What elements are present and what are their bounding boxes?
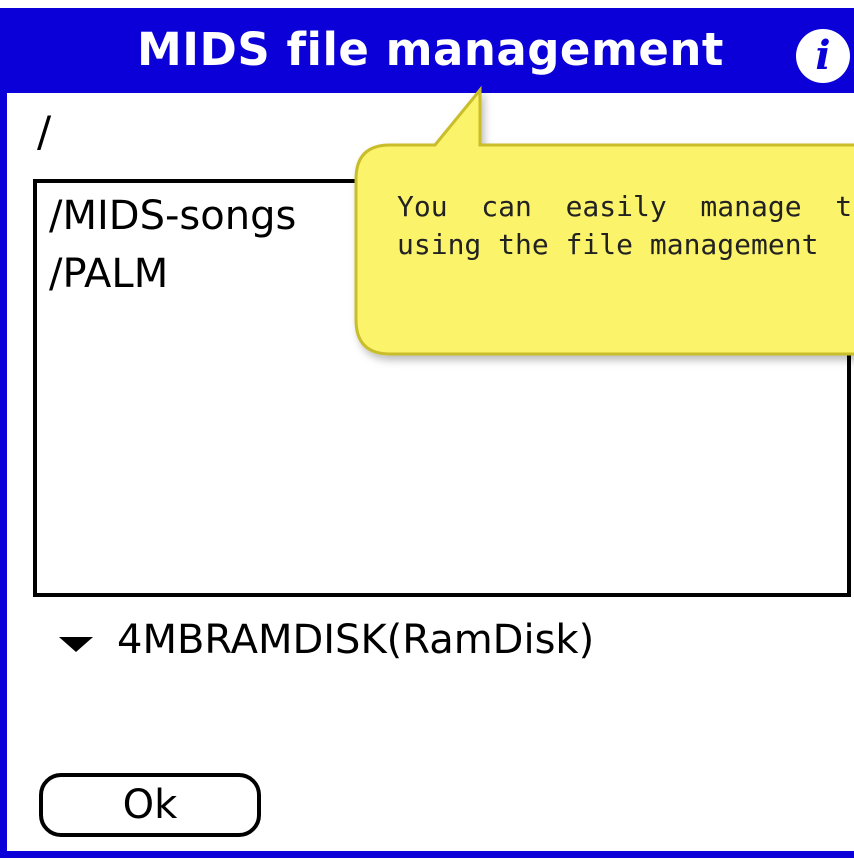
info-icon[interactable]: i	[796, 29, 850, 83]
current-path: /	[37, 107, 52, 156]
help-tooltip: You can easily manage t using the file m…	[350, 78, 854, 363]
triangle-down-icon[interactable]	[59, 637, 93, 652]
tooltip-line-1: You can easily manage t	[397, 190, 853, 223]
tooltip-line-2: using the file management	[397, 228, 819, 261]
tooltip-text: You can easily manage t using the file m…	[397, 188, 854, 264]
ok-button[interactable]: Ok	[39, 773, 261, 837]
file-list-item[interactable]: /PALM	[49, 251, 168, 297]
file-list-item[interactable]: /MIDS-songs	[49, 193, 296, 239]
dialog-title: MIDS file management	[137, 23, 724, 76]
volume-label[interactable]: 4MBRAMDISK(RamDisk)	[117, 617, 594, 663]
screen: MIDS file management i / /MIDS-songs /PA…	[0, 0, 854, 860]
